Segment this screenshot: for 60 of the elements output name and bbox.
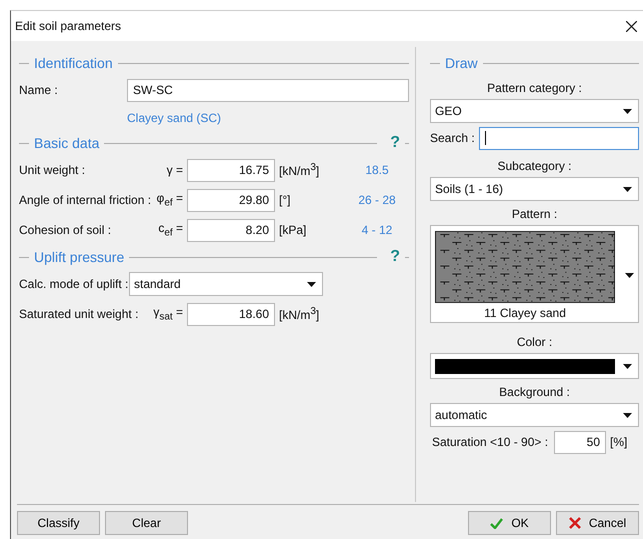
field-label: Background : bbox=[499, 385, 570, 399]
dropdown-caret-icon bbox=[625, 272, 634, 278]
unit-label: [kPa] bbox=[278, 223, 308, 237]
check-icon bbox=[490, 518, 504, 528]
text-cursor-icon bbox=[484, 131, 486, 145]
action-button[interactable]: Clear bbox=[105, 511, 188, 535]
unit-label: [°] bbox=[278, 193, 292, 207]
range-hint: 4 - 12 bbox=[360, 223, 394, 237]
number-field[interactable]: 16.75 bbox=[187, 158, 275, 182]
cross-icon bbox=[568, 517, 581, 529]
field-label: Cohesion of soil : bbox=[19, 222, 112, 237]
help-link[interactable]: ? bbox=[390, 248, 400, 266]
field-label: Saturation <10 - 90> : bbox=[431, 435, 550, 449]
dropdown-caret-icon bbox=[623, 186, 632, 192]
name-field[interactable]: SW-SC bbox=[127, 78, 409, 102]
background-dropdown[interactable]: automatic bbox=[430, 403, 639, 427]
unit-label: [%] bbox=[609, 435, 628, 449]
symbol-label: γ = bbox=[166, 163, 183, 177]
number-field[interactable]: 29.80 bbox=[187, 188, 275, 212]
uplift-mode-dropdown[interactable]: standard bbox=[129, 272, 323, 296]
cancel-button[interactable]: Cancel bbox=[556, 511, 639, 535]
dropdown-caret-icon bbox=[623, 412, 632, 418]
color-dropdown[interactable] bbox=[430, 353, 639, 379]
pattern-category-dropdown[interactable]: GEO bbox=[430, 99, 639, 123]
close-icon[interactable] bbox=[626, 20, 637, 32]
field-label: Pattern : bbox=[512, 207, 558, 221]
search-field[interactable] bbox=[478, 126, 639, 150]
symbol-label: γ$_{sat}$ = bbox=[153, 305, 183, 323]
field-label: Unit weight : bbox=[19, 163, 86, 177]
window-title: Edit soil parameters bbox=[15, 19, 122, 33]
subcategory-dropdown[interactable]: Soils (1 - 16) bbox=[430, 177, 639, 201]
action-button[interactable]: Classify bbox=[17, 511, 100, 535]
help-link[interactable]: ? bbox=[390, 134, 400, 152]
section-title: Basic data bbox=[34, 135, 100, 151]
section-title: Identification bbox=[34, 55, 113, 71]
field-label: Search : bbox=[430, 131, 475, 145]
dropdown-caret-icon bbox=[307, 282, 316, 286]
unit-label: [kN/m$^{3}$] bbox=[278, 306, 320, 322]
field-label: Subcategory : bbox=[497, 159, 572, 173]
saturation-field[interactable]: 50 bbox=[554, 430, 606, 454]
pattern-dropdown[interactable]: 11 Clayey sand bbox=[430, 225, 639, 323]
section-title: Draw bbox=[445, 55, 478, 71]
range-hint: 18.5 bbox=[364, 163, 390, 177]
number-field[interactable]: 18.60 bbox=[187, 302, 275, 326]
field-label: Angle of internal friction : bbox=[19, 192, 152, 207]
range-hint: 26 - 28 bbox=[357, 193, 397, 207]
dropdown-caret-icon bbox=[623, 364, 632, 368]
classification-text: Clayey sand (SC) bbox=[127, 111, 222, 125]
symbol-label: c$_{ef}$ = bbox=[158, 221, 183, 239]
ok-button[interactable]: OK bbox=[468, 511, 551, 535]
field-label: Calc. mode of uplift : bbox=[19, 277, 129, 291]
number-field[interactable]: 8.20 bbox=[187, 218, 275, 242]
field-label: Name : bbox=[19, 83, 59, 97]
field-label: Saturated unit weight : bbox=[19, 306, 138, 321]
field-label: Color : bbox=[516, 335, 552, 349]
symbol-label: φ$_{ef}$ = bbox=[156, 191, 183, 209]
dropdown-caret-icon bbox=[623, 108, 632, 114]
unit-label: [kN/m$^{3}$] bbox=[278, 162, 320, 178]
field-label: Pattern category : bbox=[487, 81, 582, 95]
section-title: Uplift pressure bbox=[34, 249, 124, 265]
